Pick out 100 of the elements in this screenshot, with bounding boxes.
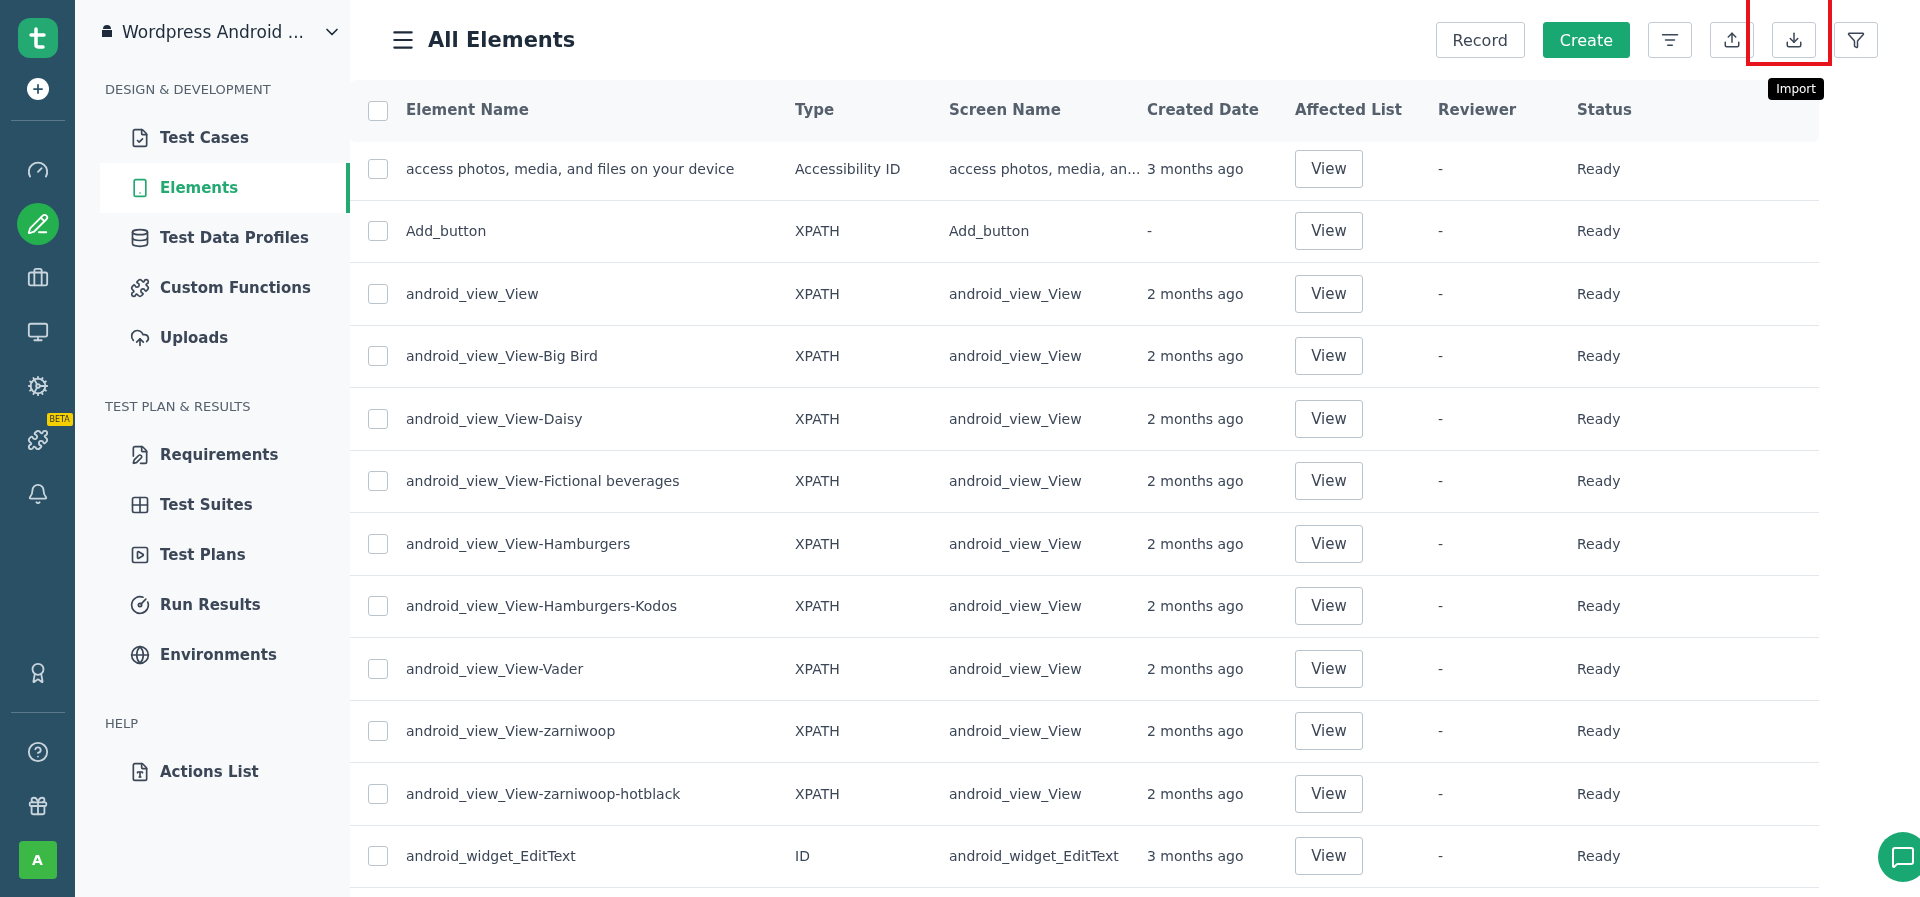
row-checkbox[interactable]: [368, 158, 388, 179]
import-tooltip: Import: [1768, 78, 1824, 100]
sidebar-item[interactable]: Environments: [100, 630, 350, 680]
table-cell-text: -: [1438, 847, 1445, 866]
row-checkbox[interactable]: [368, 658, 388, 679]
table-cell-text: XPATH: [795, 284, 841, 303]
row-checkbox[interactable]: [368, 596, 388, 617]
document-icon: [130, 762, 150, 782]
record-button[interactable]: Record: [1435, 22, 1525, 58]
plus-icon: [30, 82, 45, 96]
row-checkbox[interactable]: [368, 471, 388, 492]
view-button[interactable]: View: [1295, 462, 1363, 501]
table-cell-text: android_view_View-Vader: [406, 659, 585, 678]
table-cell-text: -: [1438, 534, 1445, 553]
column-header: Type: [795, 101, 836, 121]
row-checkbox[interactable]: [368, 721, 388, 742]
sidebar-item[interactable]: Test Plans: [100, 530, 350, 580]
view-button[interactable]: View: [1295, 524, 1363, 563]
filter-button[interactable]: [1834, 22, 1878, 58]
view-button[interactable]: View: [1295, 774, 1363, 813]
row-checkbox[interactable]: [368, 783, 388, 804]
table-cell-text: Ready: [1577, 409, 1622, 428]
table-cell-text: Ready: [1577, 534, 1622, 553]
view-button[interactable]: View: [1295, 149, 1363, 188]
sidebar-item[interactable]: Requirements: [100, 430, 350, 480]
table-cell-text: 2 months ago: [1147, 284, 1245, 303]
table-cell-text: android_view_View-Hamburgers-Kodos: [406, 597, 679, 616]
table-cell-text: android_widget_EditText: [949, 847, 1120, 866]
view-button[interactable]: View: [1295, 274, 1363, 313]
filter-icon: [1847, 31, 1865, 49]
view-button[interactable]: View: [1295, 399, 1363, 438]
table-cell-text: android_view_View: [406, 284, 540, 303]
table-cell-text: Ready: [1577, 722, 1622, 741]
table-cell-text: android_view_View: [949, 722, 1083, 741]
sort-icon: [1661, 31, 1679, 49]
select-all-checkbox[interactable]: [368, 101, 388, 121]
row-checkbox[interactable]: [368, 408, 388, 429]
pencil-icon[interactable]: [16, 203, 59, 245]
table-cell-text: 2 months ago: [1147, 784, 1245, 803]
export-button[interactable]: [1710, 22, 1754, 58]
view-button[interactable]: View: [1295, 712, 1363, 751]
table-cell-text: 2 months ago: [1147, 347, 1245, 366]
row-checkbox[interactable]: [368, 221, 388, 242]
sidebar-item[interactable]: Test Cases: [100, 113, 350, 163]
table-cell-text: XPATH: [795, 659, 841, 678]
row-checkbox[interactable]: [368, 283, 388, 304]
document-icon: [130, 128, 150, 148]
sidebar-item[interactable]: Run Results: [100, 580, 350, 630]
upload-icon: [1723, 31, 1741, 49]
table-cell-text: Ready: [1577, 597, 1622, 616]
table-cell-text: android_view_View: [949, 347, 1083, 366]
gauge-icon: [130, 595, 150, 615]
table-cell-text: Ready: [1577, 159, 1622, 178]
table-cell-text: Add_button: [406, 222, 488, 241]
table-cell-text: XPATH: [795, 347, 841, 366]
view-button[interactable]: View: [1295, 587, 1363, 626]
table-cell-text: XPATH: [795, 722, 841, 741]
table-cell-text: XPATH: [795, 222, 841, 241]
table-cell-text: 3 months ago: [1147, 847, 1245, 866]
section-title: TEST PLAN & RESULTS: [105, 399, 252, 414]
table-cell-text: XPATH: [795, 409, 841, 428]
import-button[interactable]: [1772, 22, 1816, 58]
table-cell-text: 2 months ago: [1147, 472, 1245, 491]
page-title: All Elements: [428, 28, 576, 52]
cloud-upload-icon: [130, 328, 150, 348]
row-checkbox[interactable]: [368, 846, 388, 867]
table-cell-text: android_view_View-Hamburgers: [406, 534, 632, 553]
column-header: Reviewer: [1438, 101, 1518, 121]
table-cell-text: -: [1438, 284, 1445, 303]
download-icon: [1785, 31, 1803, 49]
view-button[interactable]: View: [1295, 837, 1363, 876]
sidebar-item[interactable]: Test Suites: [100, 480, 350, 530]
sidebar-item[interactable]: Custom Functions: [100, 263, 350, 313]
table-cell-text: android_view_View: [949, 597, 1083, 616]
table-cell-text: -: [1438, 659, 1445, 678]
row-checkbox[interactable]: [368, 346, 388, 367]
table-cell-text: android_widget_EditText: [406, 847, 577, 866]
view-button[interactable]: View: [1295, 337, 1363, 376]
database-icon: [130, 228, 150, 248]
sort-button[interactable]: [1648, 22, 1692, 58]
table-cell-text: Add_button: [949, 222, 1031, 241]
table-cell-text: android_view_View-Daisy: [406, 409, 584, 428]
table-cell-text: android_view_View-zarniwoop-hotblack: [406, 784, 682, 803]
globe-icon: [130, 645, 150, 665]
table-cell-text: Ready: [1577, 284, 1622, 303]
chat-button[interactable]: [1878, 832, 1920, 882]
add-button[interactable]: [26, 78, 49, 100]
row-checkbox[interactable]: [368, 533, 388, 554]
table-cell-text: -: [1438, 597, 1445, 616]
table-cell-text: -: [1438, 722, 1445, 741]
sidebar-item[interactable]: Actions List: [100, 747, 350, 797]
table-cell-text: 2 months ago: [1147, 722, 1245, 741]
view-button[interactable]: View: [1295, 649, 1363, 688]
table-cell-text: -: [1438, 784, 1445, 803]
sidebar-item[interactable]: Test Data Profiles: [100, 213, 350, 263]
sidebar-item[interactable]: Uploads: [100, 313, 350, 363]
project-selector[interactable]: Wordpress Android ...: [100, 22, 343, 42]
logo-icon[interactable]: [17, 18, 58, 58]
view-button[interactable]: View: [1295, 212, 1363, 251]
table-cell-text: android_view_View: [949, 784, 1083, 803]
